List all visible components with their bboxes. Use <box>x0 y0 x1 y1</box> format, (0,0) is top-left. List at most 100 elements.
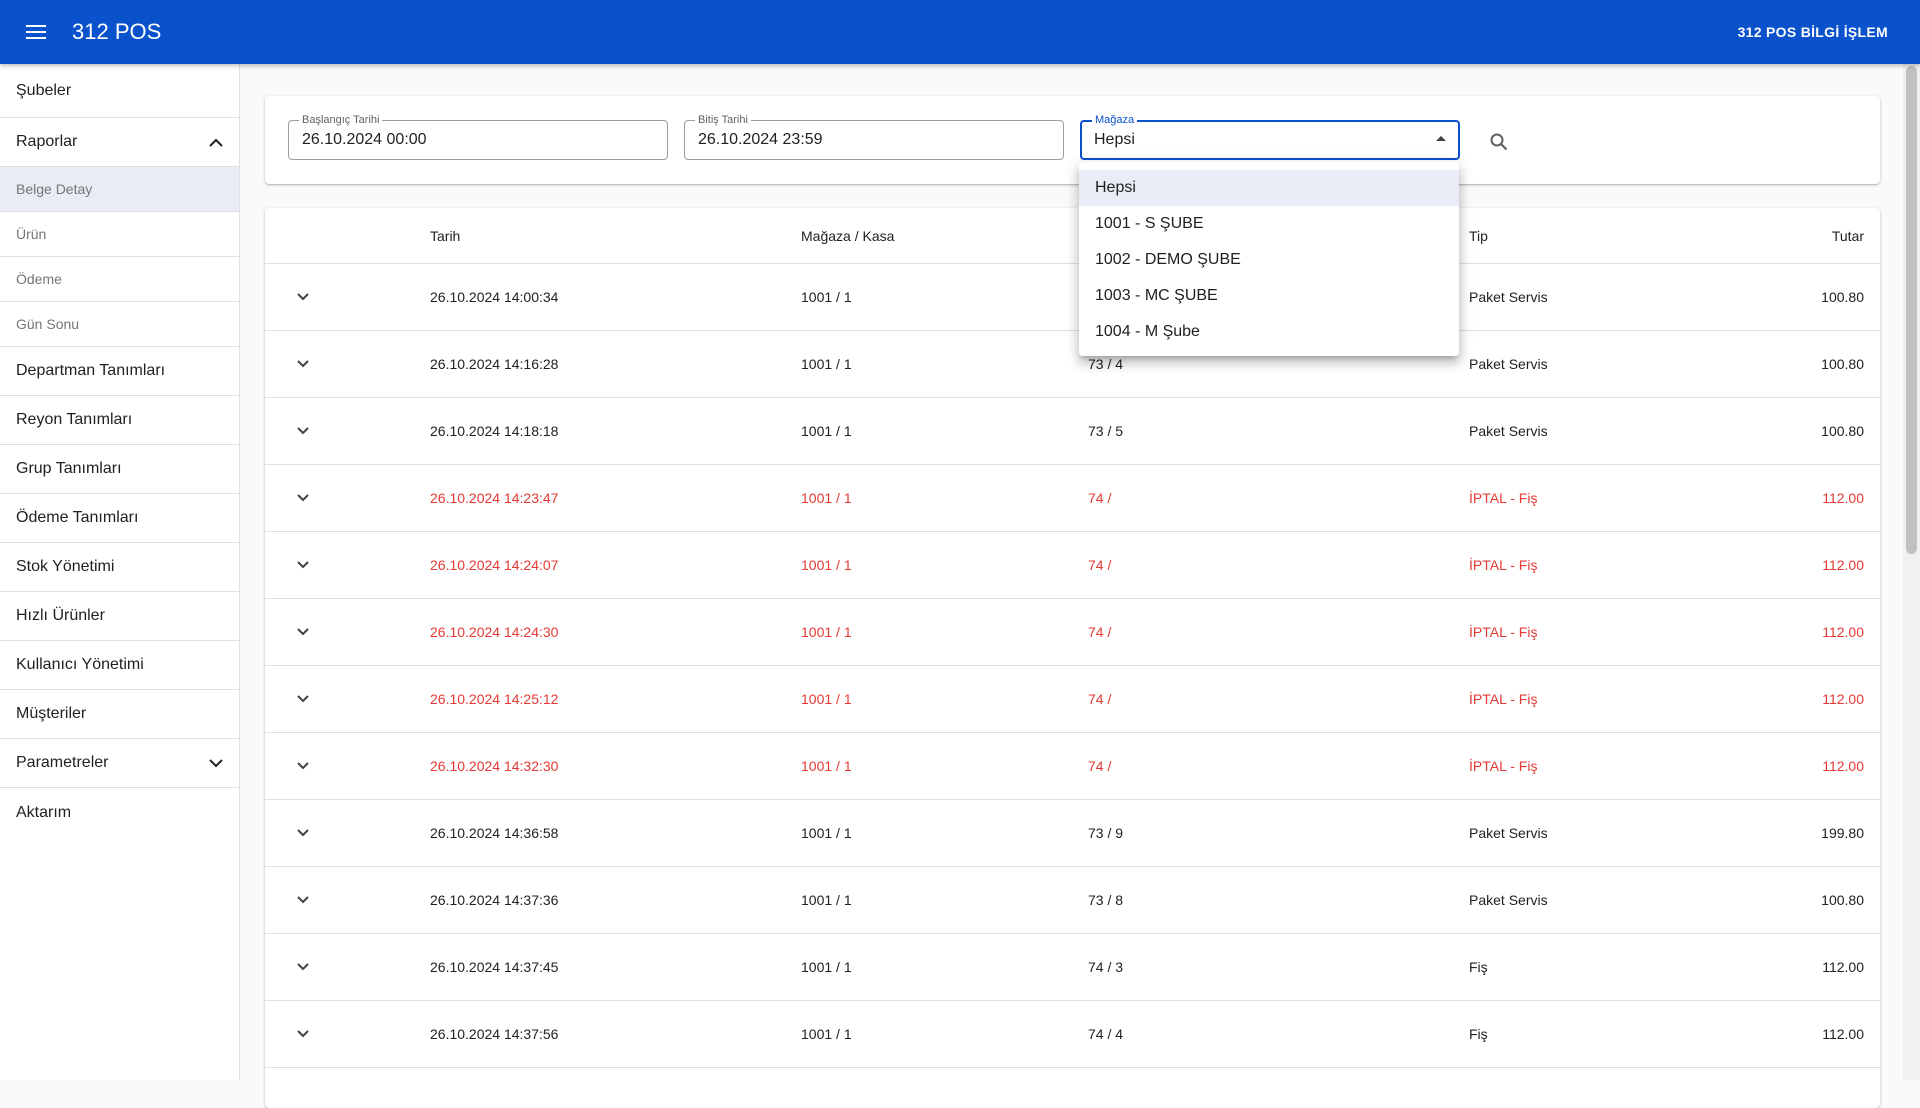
expand-row-button[interactable] <box>287 398 319 464</box>
expand-row-button[interactable] <box>287 532 319 598</box>
cell-total: 112.00 <box>1822 1026 1864 1042</box>
cell-type: Fiş <box>1469 1026 1488 1042</box>
sidebar-subitem-odeme[interactable]: Ödeme <box>0 257 239 302</box>
cell-store: 1001 / 1 <box>801 758 852 774</box>
cell-type: İPTAL - Fiş <box>1469 624 1538 640</box>
cell-date: 26.10.2024 14:18:18 <box>430 423 559 439</box>
chevron-down-icon <box>297 1030 309 1038</box>
sidebar-item-label: Stok Yönetimi <box>16 558 115 575</box>
end-date-label: Bitiş Tarihi <box>695 113 751 127</box>
cell-store: 1001 / 1 <box>801 1026 852 1042</box>
start-date-field[interactable]: Başlangıç Tarihi <box>288 113 668 160</box>
sidebar-item-departman[interactable]: Departman Tanımları <box>0 347 239 396</box>
expand-row-button[interactable] <box>287 599 319 665</box>
store-option[interactable]: 1002 - DEMO ŞUBE <box>1079 242 1459 278</box>
table-row[interactable]: 26.10.2024 14:24:30 1001 / 1 74 / İPTAL - F… <box>265 599 1880 666</box>
menu-icon[interactable] <box>16 12 56 52</box>
chevron-down-icon <box>209 758 223 767</box>
store-select-value: Hepsi <box>1094 131 1135 148</box>
cell-store: 1001 / 1 <box>801 289 852 305</box>
search-button[interactable] <box>1483 126 1515 158</box>
expand-row-button[interactable] <box>287 867 319 933</box>
table-row[interactable]: 26.10.2024 14:36:58 1001 / 1 73 / 9 Paket S… <box>265 800 1880 867</box>
sidebar-subitem-belge-detay[interactable]: Belge Detay <box>0 167 239 212</box>
cell-total: 112.00 <box>1822 490 1864 506</box>
sidebar-item-raporlar[interactable]: Raporlar <box>0 118 239 167</box>
cell-type: Paket Servis <box>1469 289 1548 305</box>
cell-store: 1001 / 1 <box>801 490 852 506</box>
cell-total: 100.80 <box>1821 356 1864 372</box>
filter-card: Başlangıç Tarihi Bitiş Tarihi Mağaza Hep… <box>265 96 1880 184</box>
table-row[interactable]: 26.10.2024 14:37:56 1001 / 1 74 / 4 Fiş 112.… <box>265 1001 1880 1068</box>
store-option[interactable]: 1001 - S ŞUBE <box>1079 206 1459 242</box>
sidebar-subitem-gun-sonu[interactable]: Gün Sonu <box>0 302 239 347</box>
table-row[interactable]: 26.10.2024 14:00:34 1001 / 1 Paket Servis 1… <box>265 264 1880 331</box>
sidebar-item-stok[interactable]: Stok Yönetimi <box>0 543 239 592</box>
start-date-input[interactable] <box>302 131 605 149</box>
column-header-date[interactable]: Tarih <box>430 208 460 263</box>
sidebar-item-hizli-urunler[interactable]: Hızlı Ürünler <box>0 592 239 641</box>
cell-total: 100.80 <box>1821 892 1864 908</box>
sidebar-subitem-urun[interactable]: Ürün <box>0 212 239 257</box>
sidebar-item-label: Parametreler <box>16 754 109 771</box>
sidebar-item-odeme-tanimlari[interactable]: Ödeme Tanımları <box>0 494 239 543</box>
sidebar-item-parametreler[interactable]: Parametreler <box>0 739 239 788</box>
cell-total: 112.00 <box>1822 959 1864 975</box>
cell-total: 100.80 <box>1821 289 1864 305</box>
column-header-total[interactable]: Tutar <box>1832 208 1864 263</box>
expand-row-button[interactable] <box>287 800 319 866</box>
sidebar-item-subeler[interactable]: Şubeler <box>0 64 239 118</box>
sidebar-item-grup[interactable]: Grup Tanımları <box>0 445 239 494</box>
chevron-down-icon <box>297 963 309 971</box>
table-row[interactable]: 26.10.2024 14:25:12 1001 / 1 74 / İPTAL - F… <box>265 666 1880 733</box>
store-select[interactable]: Mağaza Hepsi <box>1080 113 1460 160</box>
cell-total: 112.00 <box>1822 691 1864 707</box>
expand-row-button[interactable] <box>287 934 319 1000</box>
expand-row-button[interactable] <box>287 733 319 799</box>
table-row[interactable]: 26.10.2024 14:16:28 1001 / 1 73 / 4 Paket S… <box>265 331 1880 398</box>
search-icon <box>1490 133 1508 151</box>
cell-date: 26.10.2024 14:37:56 <box>430 1026 559 1042</box>
user-org-label: 312 POS BİLGİ İŞLEM <box>1737 24 1888 40</box>
table-row[interactable]: 26.10.2024 14:24:07 1001 / 1 74 / İPTAL - F… <box>265 532 1880 599</box>
cell-store: 1001 / 1 <box>801 356 852 372</box>
cell-total: 112.00 <box>1822 758 1864 774</box>
table-row[interactable]: 26.10.2024 14:18:18 1001 / 1 73 / 5 Paket S… <box>265 398 1880 465</box>
table-row[interactable]: 26.10.2024 14:32:30 1001 / 1 74 / İPTAL - F… <box>265 733 1880 800</box>
sidebar-item-label: Ödeme Tanımları <box>16 509 139 526</box>
expand-row-button[interactable] <box>287 465 319 531</box>
cell-type: İPTAL - Fiş <box>1469 691 1538 707</box>
sidebar-item-musteriler[interactable]: Müşteriler <box>0 690 239 739</box>
expand-row-button[interactable] <box>287 264 319 330</box>
cell-date: 26.10.2024 14:36:58 <box>430 825 559 841</box>
page-scrollbar[interactable] <box>1903 64 1920 1080</box>
sidebar-item-kullanici[interactable]: Kullanıcı Yönetimi <box>0 641 239 690</box>
expand-row-button[interactable] <box>287 1001 319 1067</box>
column-header-store[interactable]: Mağaza / Kasa <box>801 208 894 263</box>
table-row[interactable]: 26.10.2024 14:37:36 1001 / 1 73 / 8 Paket S… <box>265 867 1880 934</box>
scrollbar-thumb[interactable] <box>1906 66 1917 554</box>
cell-date: 26.10.2024 14:25:12 <box>430 691 559 707</box>
table-row[interactable]: 26.10.2024 14:23:47 1001 / 1 74 / İPTAL - F… <box>265 465 1880 532</box>
sidebar-item-aktarim[interactable]: Aktarım <box>0 788 239 837</box>
end-date-input[interactable] <box>698 131 1001 149</box>
caret-up-icon <box>1436 136 1446 141</box>
sidebar-item-label: Kullanıcı Yönetimi <box>16 656 144 673</box>
chevron-down-icon <box>297 360 309 368</box>
sidebar-item-reyon[interactable]: Reyon Tanımları <box>0 396 239 445</box>
store-option[interactable]: 1003 - MC ŞUBE <box>1079 278 1459 314</box>
expand-row-button[interactable] <box>287 666 319 732</box>
chevron-down-icon <box>297 494 309 502</box>
cell-doc: 74 / <box>1088 691 1112 707</box>
end-date-field[interactable]: Bitiş Tarihi <box>684 113 1064 160</box>
store-dropdown-menu: Hepsi 1001 - S ŞUBE 1002 - DEMO ŞUBE 1003 -… <box>1079 162 1459 356</box>
expand-row-button[interactable] <box>287 331 319 397</box>
store-option[interactable]: 1004 - M Şube <box>1079 314 1459 350</box>
column-header-type[interactable]: Tip <box>1469 208 1488 263</box>
cell-doc: 73 / 9 <box>1088 825 1124 841</box>
cell-type: İPTAL - Fiş <box>1469 490 1538 506</box>
sidebar-item-label: Hızlı Ürünler <box>16 607 105 624</box>
sidebar-item-label: Grup Tanımları <box>16 460 122 477</box>
store-option[interactable]: Hepsi <box>1079 170 1459 206</box>
table-row[interactable]: 26.10.2024 14:37:45 1001 / 1 74 / 3 Fiş 112.… <box>265 934 1880 1001</box>
